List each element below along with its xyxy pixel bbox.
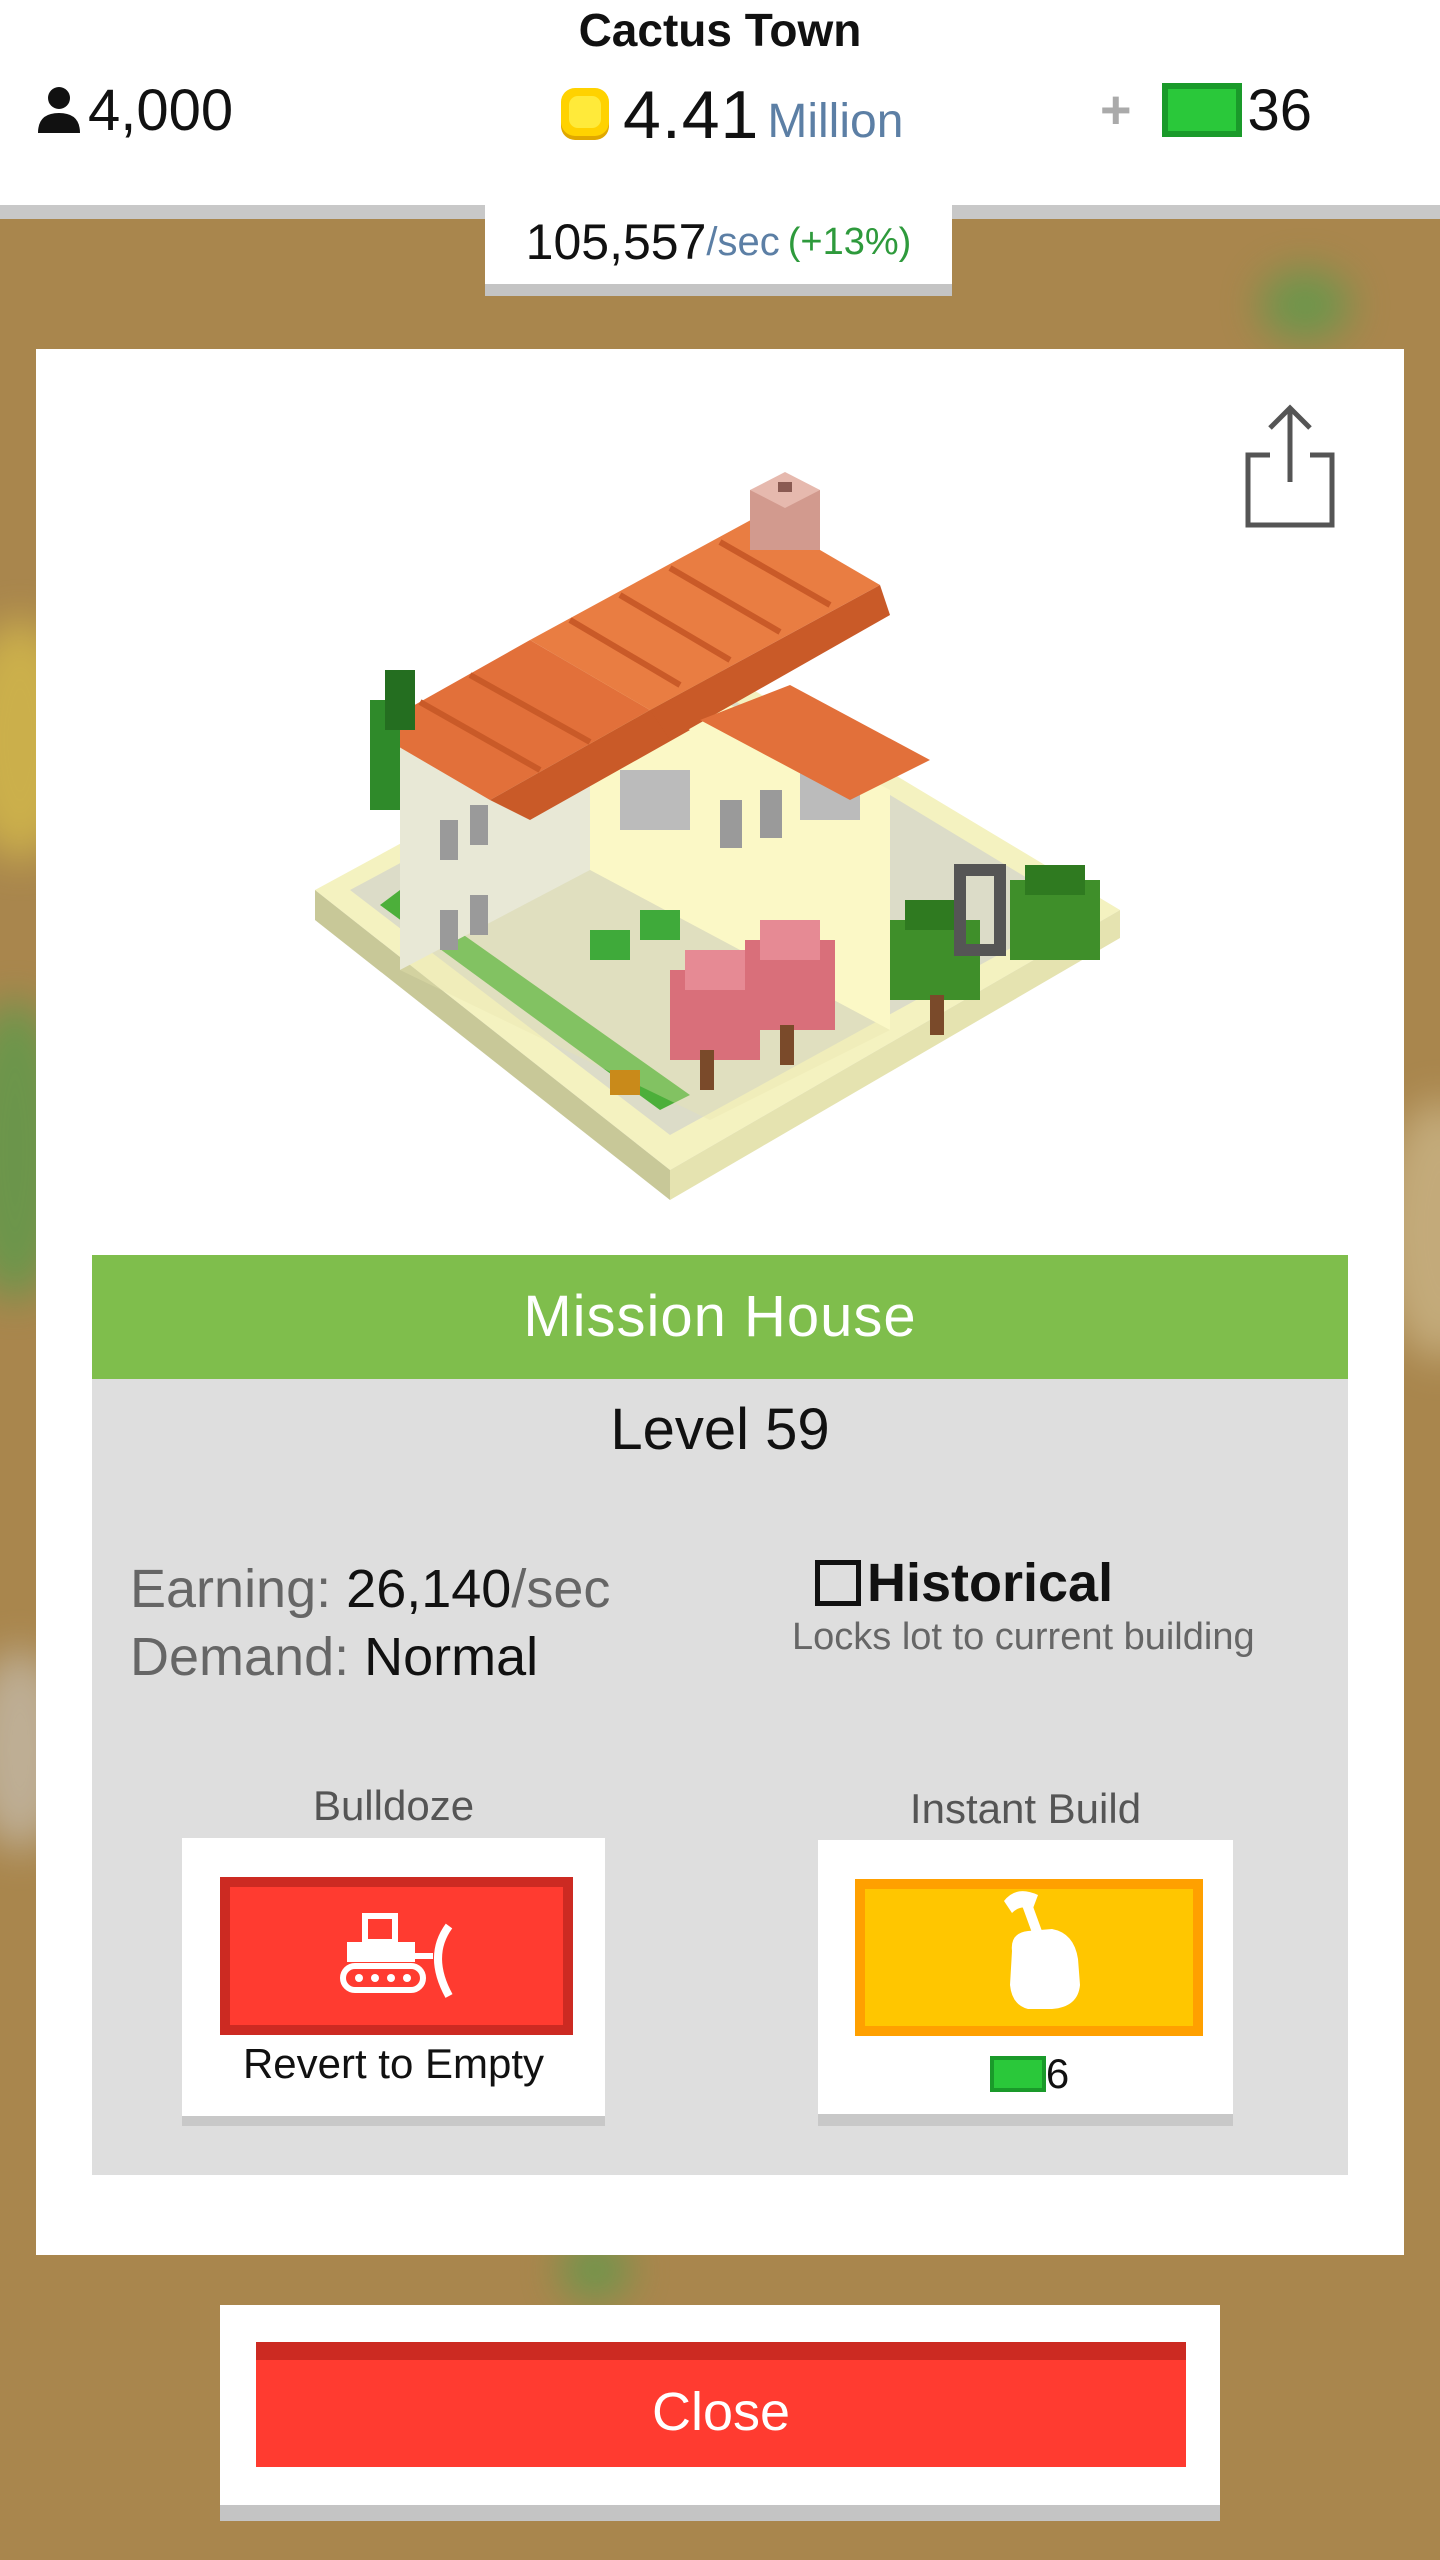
population-counter: 4,000: [36, 70, 233, 150]
person-icon: [38, 87, 80, 133]
close-button[interactable]: Close: [256, 2342, 1186, 2467]
hammer-hand-icon: [1004, 1891, 1080, 2009]
checkbox-icon[interactable]: [815, 1560, 861, 1606]
instant-build-label: Instant Build: [909, 1785, 1142, 1832]
earning-value: 26,140: [346, 1559, 512, 1619]
instant-build-cost: 6: [818, 2050, 1241, 2098]
coins-unit: Million: [767, 94, 904, 148]
building-name: Mission House: [92, 1255, 1348, 1379]
building-level: Level 59: [610, 1397, 830, 1462]
income-rate-value: 105,557: [525, 214, 707, 270]
income-rate-shadow: [485, 284, 952, 296]
demand-value: Normal: [364, 1627, 539, 1687]
instant-build-button-face[interactable]: [865, 1889, 1193, 2026]
income-rate-bonus: (+13%): [787, 220, 912, 263]
cash-value: 36: [1247, 77, 1313, 143]
earning-unit: /sec: [511, 1559, 611, 1619]
earning-label: Earning:: [130, 1559, 332, 1619]
instant-build-cost-value: 6: [1045, 2050, 1070, 2097]
historical-checkbox[interactable]: Historical: [815, 1552, 1113, 1614]
building-stats: Earning: 26,140/sec Demand: Normal: [130, 1555, 610, 1691]
earning-row: Earning: 26,140/sec: [130, 1555, 610, 1623]
instant-build-card-shadow: [818, 2114, 1233, 2126]
coins-value: 4.41: [623, 77, 760, 153]
background-blob: [1260, 270, 1350, 340]
cash-counter[interactable]: + 36: [1100, 70, 1312, 150]
cash-icon: [1161, 83, 1242, 137]
bulldoze-caption: Revert to Empty: [242, 2040, 545, 2087]
bulldoze-button[interactable]: [220, 1877, 573, 2035]
demand-row: Demand: Normal: [130, 1623, 610, 1691]
bulldozer-icon: [340, 1913, 453, 1998]
demand-label: Demand:: [130, 1627, 350, 1687]
coin-counter: 4.41 Million: [555, 70, 903, 160]
building-illustration: [315, 472, 1120, 1200]
bulldoze-button-face[interactable]: [230, 1887, 563, 2025]
share-icon[interactable]: [1240, 400, 1340, 530]
historical-description: Locks lot to current building: [792, 1616, 1255, 1658]
cash-icon: [989, 2056, 1046, 2092]
town-name: Cactus Town: [578, 4, 862, 56]
income-rate: 105,557 /sec (+13%): [485, 200, 952, 284]
instant-build-button[interactable]: [855, 1879, 1203, 2036]
population-value: 4,000: [88, 77, 234, 143]
add-cash-button[interactable]: +: [1100, 79, 1132, 141]
top-bar: Cactus Town 4,000 4.41 Million + 36: [0, 0, 1440, 205]
income-rate-unit: /sec: [706, 219, 780, 264]
bulldoze-card-shadow: [182, 2116, 605, 2126]
bulldoze-label: Bulldoze: [312, 1782, 475, 1829]
close-button-shadow: [220, 2505, 1220, 2521]
historical-label: Historical: [867, 1553, 1114, 1613]
coin-icon: [561, 88, 609, 140]
